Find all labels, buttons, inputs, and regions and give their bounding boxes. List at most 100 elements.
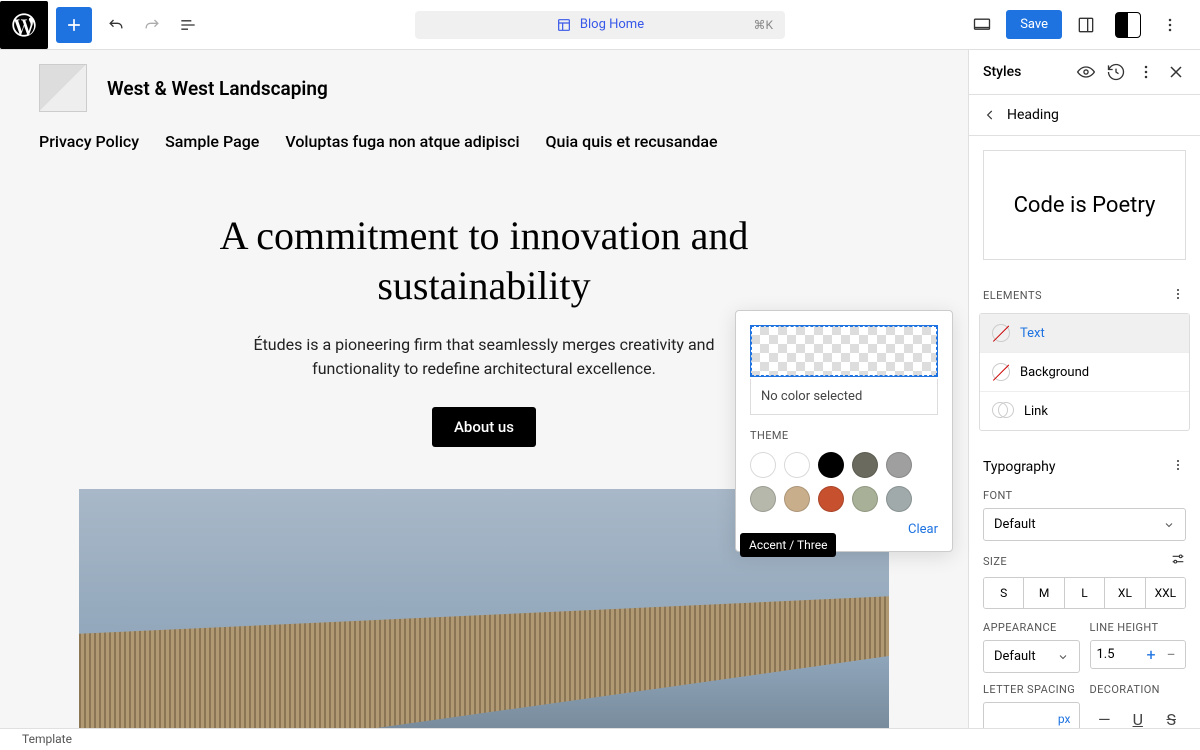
line-height-label: LINE HEIGHT <box>1090 621 1187 640</box>
decoration-underline-button[interactable]: U <box>1123 710 1153 729</box>
font-label: FONT <box>969 481 1200 508</box>
element-label: Text <box>1020 326 1045 341</box>
top-toolbar: Blog Home ⌘K Save <box>0 0 1200 50</box>
clear-color-button[interactable]: Clear <box>908 522 938 537</box>
element-link[interactable]: Link <box>980 392 1189 430</box>
add-block-button[interactable] <box>56 7 92 43</box>
footer-breadcrumb[interactable]: Template <box>22 732 72 746</box>
sidebar-title: Styles <box>983 64 1076 80</box>
view-button[interactable] <box>964 7 1000 43</box>
letter-spacing-label: LETTER SPACING <box>983 683 1080 702</box>
decoration-label: DECORATION <box>1090 683 1187 702</box>
history-icon <box>1106 62 1126 82</box>
style-preview: Code is Poetry <box>983 150 1186 260</box>
undo-icon <box>106 15 126 35</box>
font-value: Default <box>994 517 1036 532</box>
settings-panel-button[interactable] <box>1068 7 1104 43</box>
typography-options-button[interactable] <box>1170 457 1186 477</box>
hero-paragraph[interactable]: Études is a pioneering firm that seamles… <box>244 333 724 381</box>
shortcut-hint: ⌘K <box>753 18 773 32</box>
chevron-down-icon <box>1057 651 1069 663</box>
line-height-input[interactable]: 1.5 + − <box>1090 640 1187 669</box>
wordpress-logo[interactable] <box>0 1 48 49</box>
swatch-icon <box>992 324 1010 342</box>
size-xl[interactable]: XL <box>1105 578 1145 608</box>
elements-list: Text Background Link <box>979 313 1190 431</box>
kebab-icon <box>1136 62 1156 82</box>
styles-button[interactable] <box>1110 7 1146 43</box>
size-buttons: S M L XL XXL <box>983 577 1186 609</box>
about-us-button[interactable]: About us <box>432 407 536 447</box>
eye-icon <box>1076 62 1096 82</box>
breadcrumb-label: Heading <box>1007 107 1059 123</box>
size-xxl[interactable]: XXL <box>1146 578 1185 608</box>
size-s[interactable]: S <box>984 578 1024 608</box>
decoration-strikethrough-button[interactable]: S <box>1157 710 1187 729</box>
sliders-icon <box>1170 551 1186 567</box>
kebab-icon <box>1160 15 1180 35</box>
size-l[interactable]: L <box>1065 578 1105 608</box>
styles-breadcrumb[interactable]: Heading <box>969 95 1200 136</box>
size-label: SIZE <box>983 555 1007 568</box>
nav-item[interactable]: Sample Page <box>165 132 259 151</box>
elements-options-button[interactable] <box>1170 286 1186 305</box>
increment-button[interactable]: + <box>1143 645 1159 664</box>
swatch[interactable] <box>818 452 844 478</box>
elements-label: ELEMENTS <box>983 289 1042 302</box>
appearance-value: Default <box>994 649 1036 664</box>
swatch[interactable] <box>784 452 810 478</box>
document-title: Blog Home <box>580 17 644 32</box>
swatch[interactable] <box>750 452 776 478</box>
swatch[interactable] <box>886 486 912 512</box>
swatch[interactable] <box>750 486 776 512</box>
style-book-button[interactable] <box>1076 62 1096 82</box>
size-custom-button[interactable] <box>1170 551 1186 571</box>
decoration-none-button[interactable]: — <box>1090 710 1120 729</box>
size-m[interactable]: M <box>1024 578 1064 608</box>
no-color-label: No color selected <box>750 379 938 415</box>
layout-icon <box>556 17 572 33</box>
plus-icon <box>64 15 84 35</box>
nav-item[interactable]: Quia quis et recusandae <box>546 132 718 151</box>
contrast-icon <box>1115 12 1141 38</box>
site-logo-placeholder[interactable] <box>39 64 87 112</box>
decrement-button[interactable]: − <box>1163 645 1179 664</box>
list-view-button[interactable] <box>170 7 206 43</box>
nav-item[interactable]: Voluptas fuga non atque adipisci <box>285 132 519 151</box>
redo-button[interactable] <box>134 7 170 43</box>
site-title[interactable]: West & West Landscaping <box>107 77 328 100</box>
site-navigation: Privacy Policy Sample Page Voluptas fuga… <box>39 128 929 181</box>
swatch[interactable] <box>852 452 878 478</box>
font-select[interactable]: Default <box>983 508 1186 541</box>
appearance-select[interactable]: Default <box>983 640 1080 673</box>
swatch-tooltip: Accent / Three <box>740 533 836 557</box>
revisions-button[interactable] <box>1106 62 1126 82</box>
element-background[interactable]: Background <box>980 353 1189 392</box>
site-header: West & West Landscaping <box>39 64 929 128</box>
letter-spacing-input[interactable]: px <box>983 702 1080 728</box>
swatch[interactable] <box>818 486 844 512</box>
swatch-icon <box>992 363 1010 381</box>
swatch-icon <box>992 402 1014 420</box>
document-switcher[interactable]: Blog Home ⌘K <box>415 11 785 39</box>
theme-label: THEME <box>750 429 938 442</box>
unit-label: px <box>1050 712 1079 726</box>
nav-item[interactable]: Privacy Policy <box>39 132 139 151</box>
chevron-down-icon <box>1163 519 1175 531</box>
color-preview[interactable] <box>750 325 938 377</box>
close-icon <box>1166 62 1186 82</box>
undo-button[interactable] <box>98 7 134 43</box>
redo-icon <box>142 15 162 35</box>
sidebar-options-button[interactable] <box>1136 62 1156 82</box>
list-icon <box>178 15 198 35</box>
options-button[interactable] <box>1152 7 1188 43</box>
hero-heading[interactable]: A commitment to innovation and sustainab… <box>204 211 764 311</box>
close-sidebar-button[interactable] <box>1166 62 1186 82</box>
element-text[interactable]: Text <box>980 314 1189 353</box>
swatch[interactable] <box>886 452 912 478</box>
color-picker-popover: No color selected THEME Accent / Three C… <box>735 310 953 552</box>
editor-footer: Template <box>0 728 1200 750</box>
save-button[interactable]: Save <box>1006 10 1062 39</box>
swatch[interactable] <box>784 486 810 512</box>
swatch[interactable] <box>852 486 878 512</box>
